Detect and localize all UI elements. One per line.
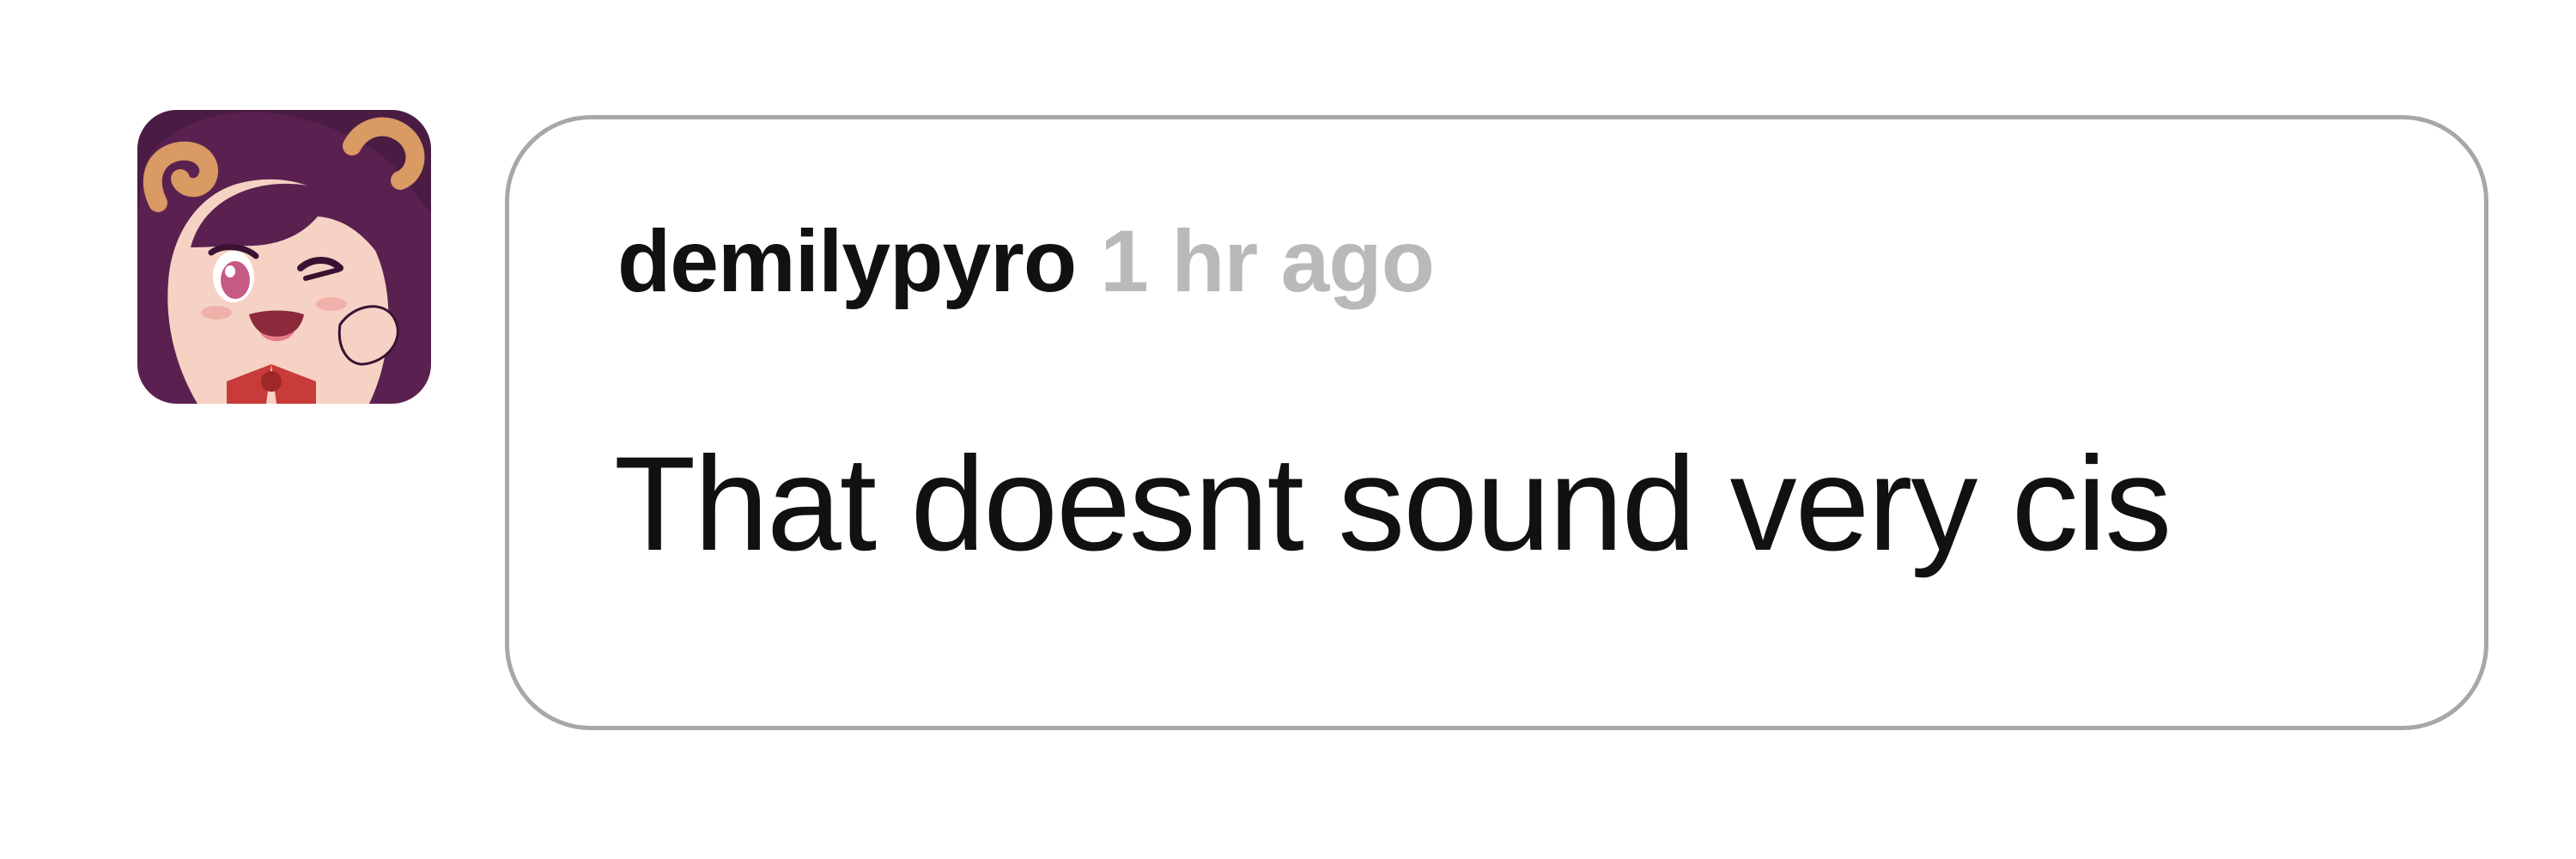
user-avatar[interactable] (137, 110, 431, 404)
comment-bubble: demilypyro 1 hr ago That doesnt sound ver… (505, 115, 2488, 730)
comment-header: demilypyro 1 hr ago (617, 217, 1435, 305)
comment-row: demilypyro 1 hr ago That doesnt sound ver… (0, 0, 2576, 859)
avatar-illustration-icon (137, 110, 431, 404)
comment-body: That doesnt sound very cis (614, 430, 2172, 579)
username-link[interactable]: demilypyro (617, 212, 1077, 310)
comment-timestamp: 1 hr ago (1100, 212, 1435, 310)
